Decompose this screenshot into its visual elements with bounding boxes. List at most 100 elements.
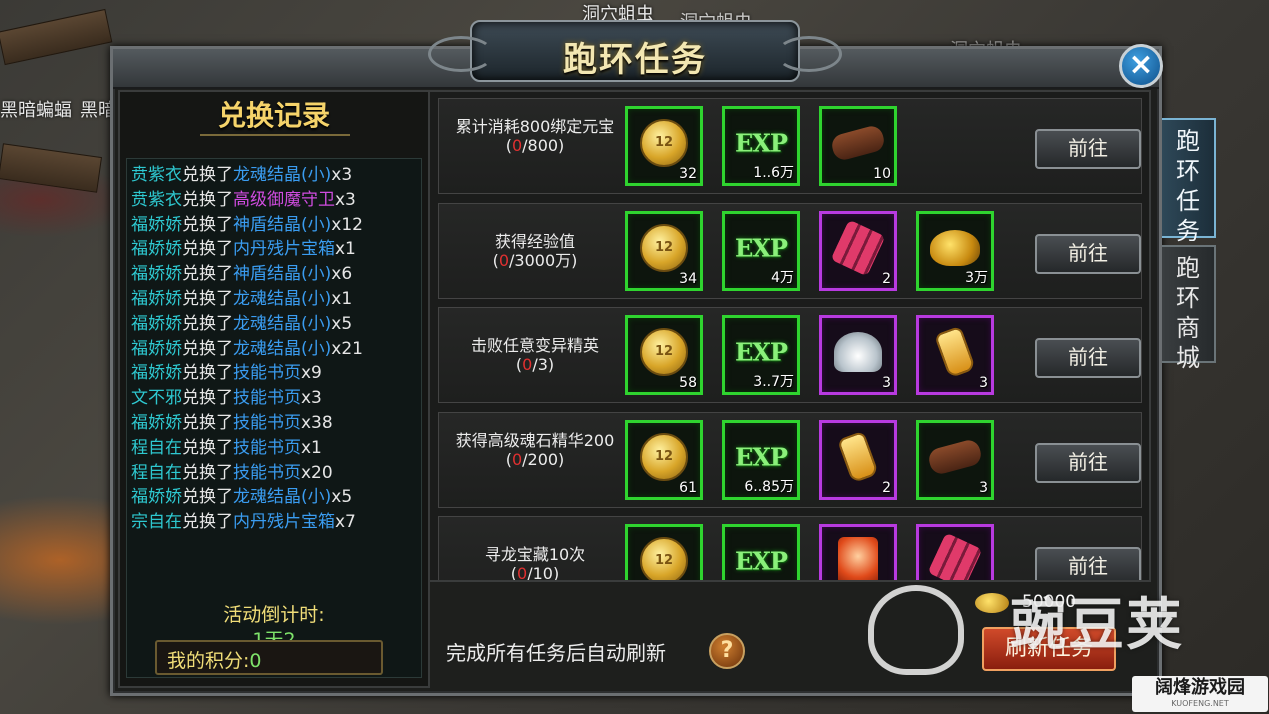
tab-loop-shop-label: 跑环商城 xyxy=(1162,253,1214,373)
record-user: 福娇娇 xyxy=(131,239,182,260)
record-user: 文不邪 xyxy=(131,388,182,409)
record-user: 福娇娇 xyxy=(131,487,182,508)
record-qty: x3 xyxy=(301,388,322,409)
reward-slot[interactable]: 2 xyxy=(819,210,897,291)
reward-slot[interactable]: 3 xyxy=(916,419,994,500)
goto-button[interactable]: 前往 xyxy=(1035,338,1141,378)
task-title: 获得经验值 (0/3000万) xyxy=(445,232,625,270)
task-name: 获得经验值 xyxy=(494,231,575,251)
reward-qty: 2 xyxy=(882,479,891,496)
reward-slot[interactable]: 12 32 xyxy=(625,106,703,186)
task-title: 击败任意变异精英 (0/3) xyxy=(445,336,625,374)
record-item: 技能书页 xyxy=(233,462,301,483)
task-title: 寻龙宝藏10次 (0/10) xyxy=(445,545,625,582)
record-row: 贲紫衣兑换了高级御魔守卫x3 xyxy=(131,188,419,213)
reward-slot[interactable]: 3 xyxy=(819,315,897,395)
reward-slot[interactable]: EXP 1..6万 xyxy=(722,106,800,186)
reward-qty: 34 xyxy=(679,270,697,287)
record-item: 技能书页 xyxy=(233,437,301,458)
task-row: 获得经验值 (0/3000万) 12 34 EXP 4万 2 3万 前往 xyxy=(438,202,1142,299)
task-title: 累计消耗800绑定元宝 (0/800) xyxy=(445,117,625,155)
record-item: 技能书页 xyxy=(233,363,301,384)
reward-slot[interactable]: 12 34 xyxy=(625,210,703,291)
record-user: 福娇娇 xyxy=(131,313,182,334)
close-button[interactable]: × xyxy=(1119,44,1163,88)
record-row: 福娇娇兑换了技能书页x9 xyxy=(131,361,419,386)
reward-slot[interactable]: 10 xyxy=(819,106,897,186)
record-verb: 兑换了 xyxy=(182,338,233,359)
task-progress-total: /3000万) xyxy=(509,250,578,270)
exp-icon: EXP xyxy=(735,337,788,367)
record-user: 福娇娇 xyxy=(131,288,182,309)
record-user: 程自在 xyxy=(131,437,182,458)
record-qty: x12 xyxy=(331,214,363,235)
site-logo: 阔烽游戏园 KUOFENG.NET xyxy=(1132,676,1268,712)
auto-refresh-text: 完成所有任务后自动刷新 xyxy=(446,641,666,665)
reward-slot[interactable]: 12 61 xyxy=(625,419,703,500)
reward-slot[interactable]: EXP xyxy=(722,524,800,580)
record-qty: x3 xyxy=(335,189,356,210)
task-progress-current: 0 xyxy=(517,564,528,582)
record-verb: 兑换了 xyxy=(182,313,233,334)
tab-loop-task[interactable]: 跑环任务 xyxy=(1162,118,1216,245)
reward-qty: 2 xyxy=(882,270,891,287)
task-progress: (0/3) xyxy=(515,355,555,374)
record-verb: 兑换了 xyxy=(182,512,233,533)
record-qty: x3 xyxy=(331,165,353,185)
record-verb: 兑换了 xyxy=(182,363,233,384)
reward-slot[interactable]: EXP 3..7万 xyxy=(722,315,800,395)
record-item: 内丹残片宝箱 xyxy=(233,239,335,260)
coin-icon: 12 xyxy=(640,223,688,272)
reward-slot[interactable]: 3万 xyxy=(916,210,994,291)
record-user: 福娇娇 xyxy=(131,214,182,235)
monster-label[interactable]: 黑暗蝙蝠 xyxy=(0,96,72,122)
help-button[interactable]: ? xyxy=(709,633,745,669)
goto-button[interactable]: 前往 xyxy=(1035,547,1141,580)
tab-loop-shop[interactable]: 跑环商城 xyxy=(1162,245,1216,372)
record-verb: 兑换了 xyxy=(182,412,233,433)
task-progress: (0/800) xyxy=(505,136,565,155)
reward-slot[interactable]: 12 58 xyxy=(625,315,703,395)
task-title: 获得高级魂石精华200 (0/200) xyxy=(445,431,625,469)
reward-slot[interactable] xyxy=(819,524,897,580)
exp-icon: EXP xyxy=(735,233,788,263)
bottle-icon xyxy=(933,325,977,379)
record-qty: x7 xyxy=(335,512,356,533)
reward-slot[interactable]: 3 xyxy=(916,315,994,395)
record-row: 福娇娇兑换了龙魂结晶(小)x5 xyxy=(131,485,419,510)
exp-icon: EXP xyxy=(735,128,788,158)
reward-slot[interactable]: 2 xyxy=(819,419,897,500)
firecracker-icon xyxy=(927,532,983,580)
tab-char: 任 xyxy=(1176,187,1200,215)
task-list[interactable]: 累计消耗800绑定元宝 (0/800) 12 32 EXP 1..6万 10 前往 获得经验值(… xyxy=(428,90,1151,582)
record-verb: 兑换了 xyxy=(182,462,233,483)
record-user: 福娇娇 xyxy=(131,338,182,359)
reward-qty: 3万 xyxy=(965,269,988,286)
question-icon: ? xyxy=(720,638,734,663)
record-qty: x20 xyxy=(301,462,333,483)
reward-slot[interactable]: EXP 6..85万 xyxy=(722,419,800,500)
reward-qty: 3 xyxy=(979,479,988,496)
goto-button[interactable]: 前往 xyxy=(1035,129,1141,169)
reward-slot[interactable]: EXP 4万 xyxy=(722,210,800,291)
title-plate: 跑环任务 xyxy=(428,20,842,82)
record-item: 技能书页 xyxy=(233,388,301,409)
reward-slot[interactable]: 12 xyxy=(625,524,703,580)
lotus-icon xyxy=(834,332,882,373)
reward-slot[interactable] xyxy=(916,524,994,580)
record-item: 龙魂结晶(小) xyxy=(233,288,332,309)
record-qty: x5 xyxy=(331,487,353,508)
record-verb: 兑换了 xyxy=(182,239,233,260)
task-row: 获得高级魂石精华200 (0/200) 12 61 EXP 6..85万 2 3 前往 xyxy=(438,411,1142,508)
record-user: 贲紫衣 xyxy=(131,165,182,185)
site-logo-text: 阔烽游戏园 xyxy=(1155,677,1245,698)
firecracker-icon xyxy=(830,219,886,276)
exchange-record-title: 兑换记录 xyxy=(217,99,330,132)
goto-button[interactable]: 前往 xyxy=(1035,233,1141,274)
record-verb: 兑换了 xyxy=(182,214,233,235)
goto-button[interactable]: 前往 xyxy=(1035,442,1141,483)
tab-char: 环 xyxy=(1176,284,1200,312)
site-logo-subtext: KUOFENG.NET xyxy=(1171,699,1229,708)
record-row: 程自在兑换了技能书页x1 xyxy=(131,436,419,461)
record-qty: x1 xyxy=(335,239,356,260)
